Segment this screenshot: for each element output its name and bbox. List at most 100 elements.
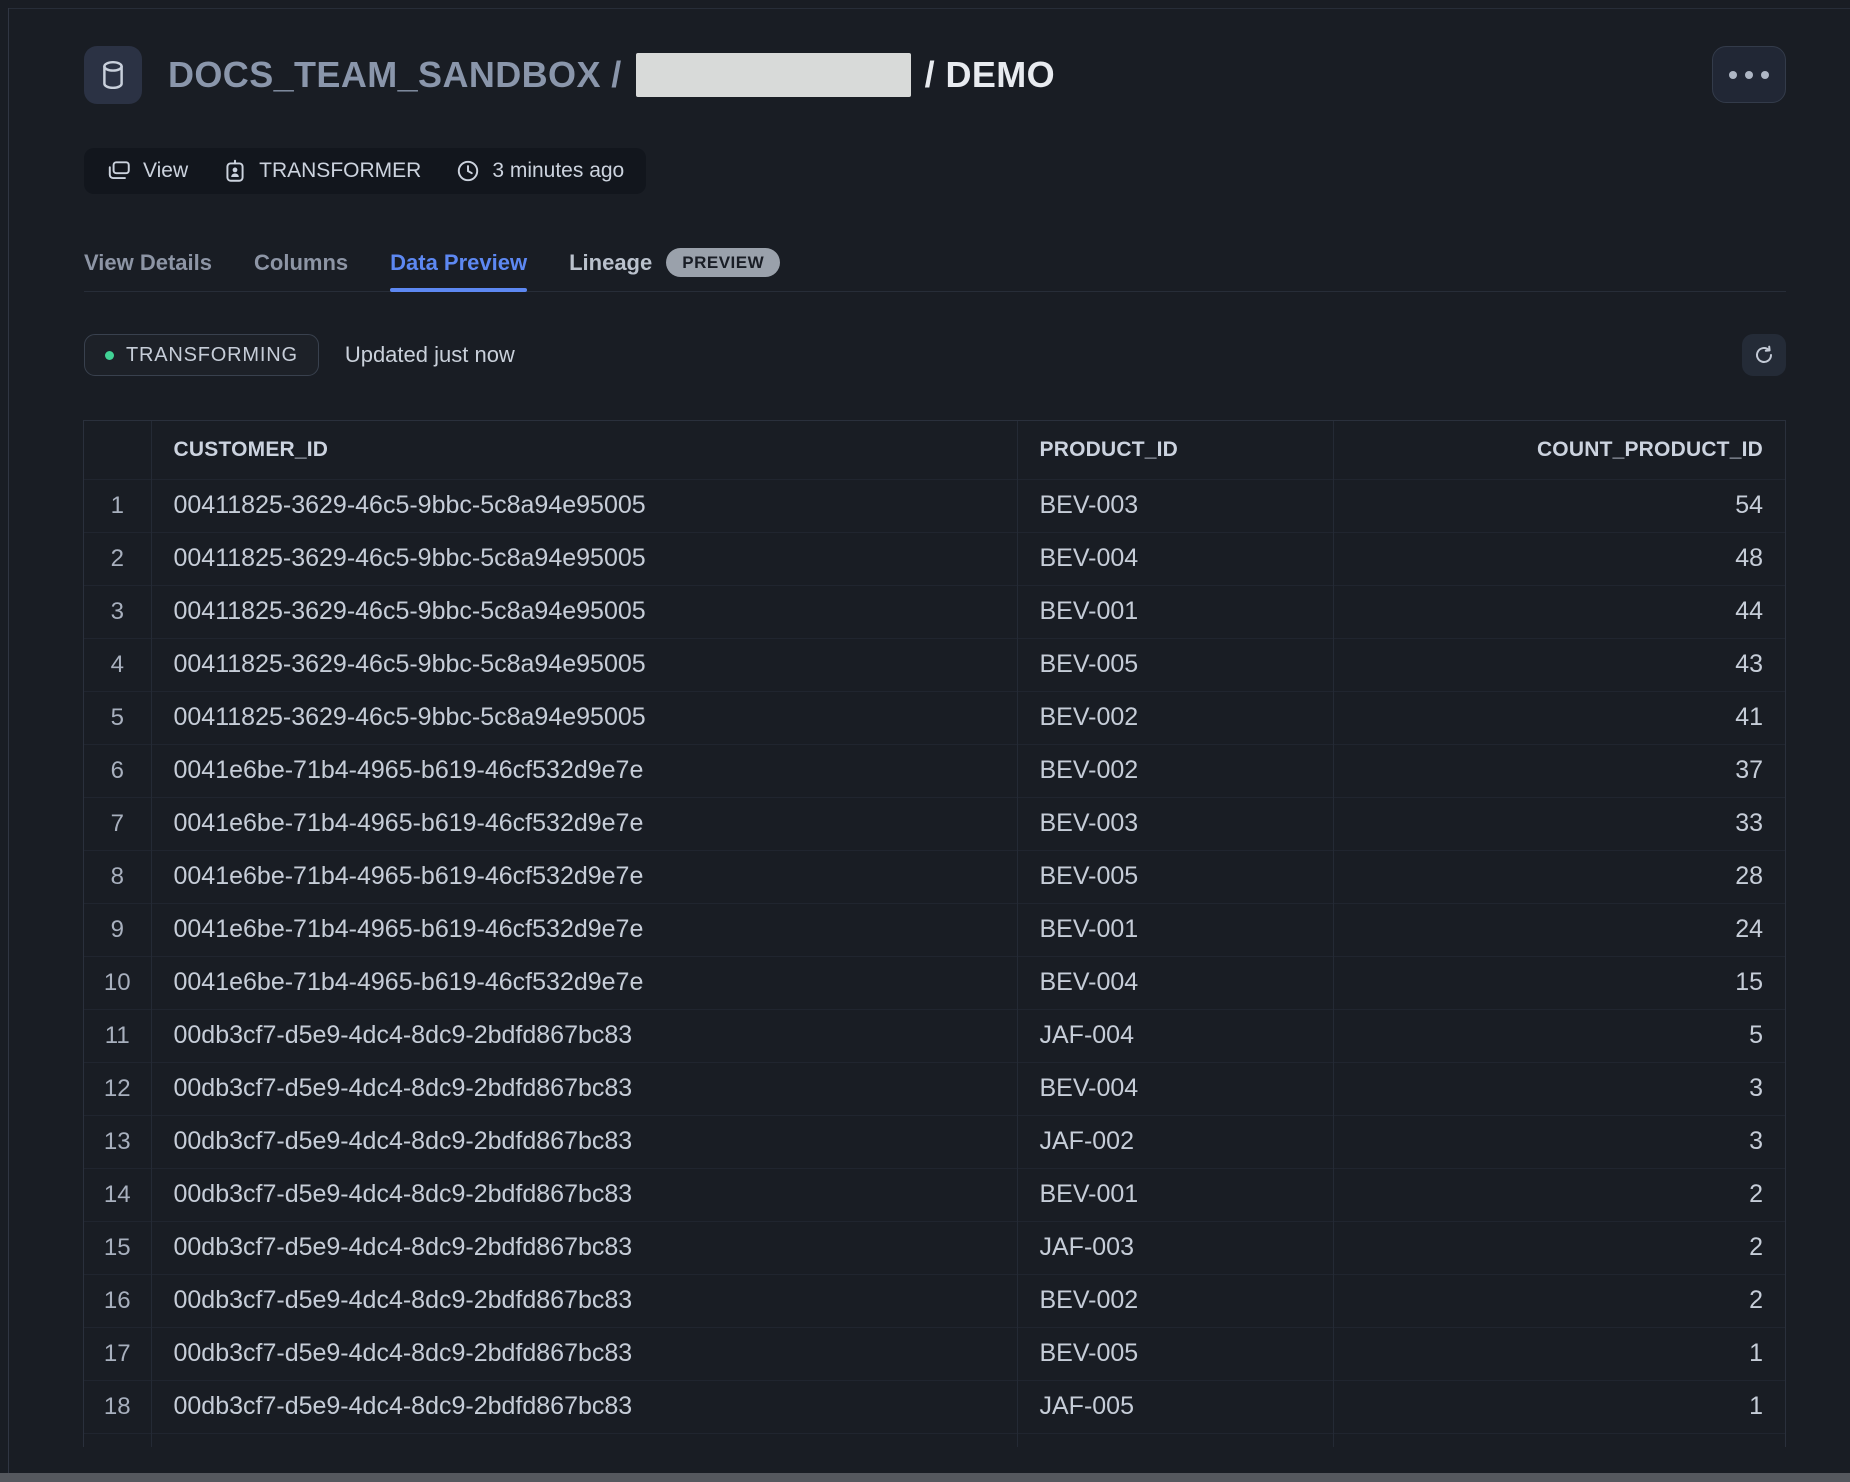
count-cell[interactable]: 3 bbox=[1333, 1062, 1785, 1115]
data-preview-table: CUSTOMER_ID PRODUCT_ID COUNT_PRODUCT_ID … bbox=[83, 420, 1786, 1447]
tab-columns[interactable]: Columns bbox=[254, 234, 348, 291]
product-id-cell[interactable]: BEV-002 bbox=[1017, 691, 1333, 744]
count-cell[interactable]: 24 bbox=[1333, 903, 1785, 956]
product-id-cell[interactable]: BEV-002 bbox=[1017, 744, 1333, 797]
product-id-cell[interactable]: BEV-001 bbox=[1017, 1168, 1333, 1221]
count-cell[interactable]: 33 bbox=[1333, 797, 1785, 850]
table-row[interactable]: 16 00db3cf7-d5e9-4dc4-8dc9-2bdfd867bc83 … bbox=[84, 1274, 1785, 1327]
count-cell[interactable]: 44 bbox=[1333, 585, 1785, 638]
count-cell[interactable]: 15 bbox=[1333, 956, 1785, 1009]
refresh-icon bbox=[1752, 343, 1776, 367]
table-row[interactable]: 10 0041e6be-71b4-4965-b619-46cf532d9e7e … bbox=[84, 956, 1785, 1009]
view-icon bbox=[106, 158, 132, 184]
table-row[interactable] bbox=[84, 1433, 1785, 1447]
customer-id-cell[interactable]: 00411825-3629-46c5-9bbc-5c8a94e95005 bbox=[151, 585, 1017, 638]
product-id-cell[interactable]: BEV-004 bbox=[1017, 532, 1333, 585]
product-id-cell[interactable]: JAF-002 bbox=[1017, 1115, 1333, 1168]
customer-id-cell[interactable]: 00db3cf7-d5e9-4dc4-8dc9-2bdfd867bc83 bbox=[151, 1115, 1017, 1168]
page: { "header": { "title_prefix": "DOCS_TEAM… bbox=[0, 0, 1850, 1482]
table-row[interactable]: 9 0041e6be-71b4-4965-b619-46cf532d9e7e B… bbox=[84, 903, 1785, 956]
customer-id-cell[interactable] bbox=[151, 1433, 1017, 1447]
product-id-cell[interactable]: BEV-005 bbox=[1017, 638, 1333, 691]
breadcrumb-prefix: DOCS_TEAM_SANDBOX / bbox=[168, 54, 622, 96]
row-number-cell: 4 bbox=[84, 638, 151, 691]
customer-id-cell[interactable]: 0041e6be-71b4-4965-b619-46cf532d9e7e bbox=[151, 797, 1017, 850]
table-row[interactable]: 2 00411825-3629-46c5-9bbc-5c8a94e95005 B… bbox=[84, 532, 1785, 585]
product-id-cell[interactable]: BEV-001 bbox=[1017, 585, 1333, 638]
table-row[interactable]: 17 00db3cf7-d5e9-4dc4-8dc9-2bdfd867bc83 … bbox=[84, 1327, 1785, 1380]
tab-lineage[interactable]: Lineage PREVIEW bbox=[569, 234, 780, 291]
count-cell[interactable]: 2 bbox=[1333, 1168, 1785, 1221]
table-row[interactable]: 1 00411825-3629-46c5-9bbc-5c8a94e95005 B… bbox=[84, 479, 1785, 532]
col-header-customer-id[interactable]: CUSTOMER_ID bbox=[151, 421, 1017, 479]
product-id-cell[interactable]: BEV-002 bbox=[1017, 1274, 1333, 1327]
count-cell[interactable]: 37 bbox=[1333, 744, 1785, 797]
col-header-count-product-id[interactable]: COUNT_PRODUCT_ID bbox=[1333, 421, 1785, 479]
product-id-cell[interactable]: JAF-004 bbox=[1017, 1009, 1333, 1062]
customer-id-cell[interactable]: 00db3cf7-d5e9-4dc4-8dc9-2bdfd867bc83 bbox=[151, 1221, 1017, 1274]
count-cell[interactable]: 43 bbox=[1333, 638, 1785, 691]
table-row[interactable]: 13 00db3cf7-d5e9-4dc4-8dc9-2bdfd867bc83 … bbox=[84, 1115, 1785, 1168]
customer-id-cell[interactable]: 00db3cf7-d5e9-4dc4-8dc9-2bdfd867bc83 bbox=[151, 1009, 1017, 1062]
customer-id-cell[interactable]: 00411825-3629-46c5-9bbc-5c8a94e95005 bbox=[151, 638, 1017, 691]
refresh-button[interactable] bbox=[1742, 334, 1786, 376]
table-row[interactable]: 18 00db3cf7-d5e9-4dc4-8dc9-2bdfd867bc83 … bbox=[84, 1380, 1785, 1433]
id-badge-icon bbox=[222, 158, 248, 184]
count-cell[interactable]: 48 bbox=[1333, 532, 1785, 585]
tab-view-details[interactable]: View Details bbox=[84, 234, 212, 291]
customer-id-cell[interactable]: 0041e6be-71b4-4965-b619-46cf532d9e7e bbox=[151, 850, 1017, 903]
count-cell[interactable]: 54 bbox=[1333, 479, 1785, 532]
table-row[interactable]: 4 00411825-3629-46c5-9bbc-5c8a94e95005 B… bbox=[84, 638, 1785, 691]
product-id-cell[interactable] bbox=[1017, 1433, 1333, 1447]
customer-id-cell[interactable]: 00db3cf7-d5e9-4dc4-8dc9-2bdfd867bc83 bbox=[151, 1168, 1017, 1221]
row-number-cell: 14 bbox=[84, 1168, 151, 1221]
table-row[interactable]: 3 00411825-3629-46c5-9bbc-5c8a94e95005 B… bbox=[84, 585, 1785, 638]
ellipsis-icon bbox=[1761, 71, 1769, 79]
customer-id-cell[interactable]: 00db3cf7-d5e9-4dc4-8dc9-2bdfd867bc83 bbox=[151, 1327, 1017, 1380]
table-header: CUSTOMER_ID PRODUCT_ID COUNT_PRODUCT_ID bbox=[84, 421, 1785, 479]
table-row[interactable]: 15 00db3cf7-d5e9-4dc4-8dc9-2bdfd867bc83 … bbox=[84, 1221, 1785, 1274]
count-cell[interactable]: 1 bbox=[1333, 1380, 1785, 1433]
product-id-cell[interactable]: BEV-003 bbox=[1017, 479, 1333, 532]
customer-id-cell[interactable]: 00411825-3629-46c5-9bbc-5c8a94e95005 bbox=[151, 691, 1017, 744]
product-id-cell[interactable]: BEV-001 bbox=[1017, 903, 1333, 956]
table-row[interactable]: 6 0041e6be-71b4-4965-b619-46cf532d9e7e B… bbox=[84, 744, 1785, 797]
horizontal-scrollbar[interactable] bbox=[0, 1473, 1850, 1482]
customer-id-cell[interactable]: 00db3cf7-d5e9-4dc4-8dc9-2bdfd867bc83 bbox=[151, 1380, 1017, 1433]
product-id-cell[interactable]: BEV-004 bbox=[1017, 956, 1333, 1009]
product-id-cell[interactable]: JAF-005 bbox=[1017, 1380, 1333, 1433]
count-cell[interactable]: 1 bbox=[1333, 1327, 1785, 1380]
customer-id-cell[interactable]: 0041e6be-71b4-4965-b619-46cf532d9e7e bbox=[151, 744, 1017, 797]
table-row[interactable]: 11 00db3cf7-d5e9-4dc4-8dc9-2bdfd867bc83 … bbox=[84, 1009, 1785, 1062]
row-number-cell: 6 bbox=[84, 744, 151, 797]
product-id-cell[interactable]: BEV-005 bbox=[1017, 1327, 1333, 1380]
table-row[interactable]: 14 00db3cf7-d5e9-4dc4-8dc9-2bdfd867bc83 … bbox=[84, 1168, 1785, 1221]
product-id-cell[interactable]: JAF-003 bbox=[1017, 1221, 1333, 1274]
col-header-product-id[interactable]: PRODUCT_ID bbox=[1017, 421, 1333, 479]
tab-data-preview[interactable]: Data Preview bbox=[390, 234, 527, 291]
table-row[interactable]: 12 00db3cf7-d5e9-4dc4-8dc9-2bdfd867bc83 … bbox=[84, 1062, 1785, 1115]
count-cell[interactable] bbox=[1333, 1433, 1785, 1447]
page-title: DOCS_TEAM_SANDBOX / / DEMO bbox=[168, 53, 1055, 97]
customer-id-cell[interactable]: 0041e6be-71b4-4965-b619-46cf532d9e7e bbox=[151, 956, 1017, 1009]
updated-time-chip: 3 minutes ago bbox=[455, 158, 624, 184]
customer-id-cell[interactable]: 00db3cf7-d5e9-4dc4-8dc9-2bdfd867bc83 bbox=[151, 1274, 1017, 1327]
count-cell[interactable]: 2 bbox=[1333, 1274, 1785, 1327]
count-cell[interactable]: 41 bbox=[1333, 691, 1785, 744]
customer-id-cell[interactable]: 00411825-3629-46c5-9bbc-5c8a94e95005 bbox=[151, 532, 1017, 585]
product-id-cell[interactable]: BEV-005 bbox=[1017, 850, 1333, 903]
count-cell[interactable]: 28 bbox=[1333, 850, 1785, 903]
table-row[interactable]: 8 0041e6be-71b4-4965-b619-46cf532d9e7e B… bbox=[84, 850, 1785, 903]
product-id-cell[interactable]: BEV-004 bbox=[1017, 1062, 1333, 1115]
product-id-cell[interactable]: BEV-003 bbox=[1017, 797, 1333, 850]
table-row[interactable]: 7 0041e6be-71b4-4965-b619-46cf532d9e7e B… bbox=[84, 797, 1785, 850]
tab-label: Lineage bbox=[569, 250, 652, 276]
table-row[interactable]: 5 00411825-3629-46c5-9bbc-5c8a94e95005 B… bbox=[84, 691, 1785, 744]
more-actions-button[interactable] bbox=[1712, 46, 1786, 103]
count-cell[interactable]: 5 bbox=[1333, 1009, 1785, 1062]
count-cell[interactable]: 2 bbox=[1333, 1221, 1785, 1274]
customer-id-cell[interactable]: 0041e6be-71b4-4965-b619-46cf532d9e7e bbox=[151, 903, 1017, 956]
customer-id-cell[interactable]: 00411825-3629-46c5-9bbc-5c8a94e95005 bbox=[151, 479, 1017, 532]
count-cell[interactable]: 3 bbox=[1333, 1115, 1785, 1168]
customer-id-cell[interactable]: 00db3cf7-d5e9-4dc4-8dc9-2bdfd867bc83 bbox=[151, 1062, 1017, 1115]
